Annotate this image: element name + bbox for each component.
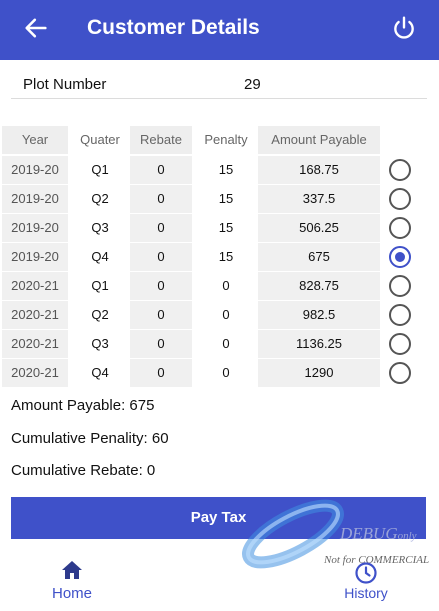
header-amount: Amount Payable [258, 126, 380, 154]
cell-penalty: 15 [218, 249, 234, 264]
cell-amount: 828.75 [258, 272, 380, 300]
clock-icon [355, 562, 377, 584]
cell-quarter: Q1 [91, 162, 109, 177]
cell-rebate: 0 [130, 243, 192, 271]
cell-quarter: Q1 [91, 278, 109, 293]
cell-penalty: 15 [218, 191, 234, 206]
cell-year: 2020-21 [2, 301, 68, 329]
cell-rebate: 0 [130, 156, 192, 184]
table-row[interactable]: 2020-21 Q2 0 0 982.5 [0, 301, 439, 329]
cell-amount: 337.5 [258, 185, 380, 213]
row-radio[interactable] [389, 362, 411, 384]
cell-year: 2019-20 [2, 243, 68, 271]
cell-amount: 1290 [258, 359, 380, 387]
page-title: Customer Details [87, 16, 260, 39]
cell-amount: 1136.25 [258, 330, 380, 358]
cell-amount: 675 [258, 243, 380, 271]
cell-year: 2019-20 [2, 185, 68, 213]
cumulative-penalty-text: Cumulative Penality: 60 [11, 430, 169, 447]
cell-year: 2020-21 [2, 359, 68, 387]
plot-number-label: Plot Number [23, 76, 107, 93]
nav-history[interactable]: History [326, 555, 406, 611]
cell-penalty: 0 [222, 365, 230, 380]
cell-penalty: 0 [222, 278, 230, 293]
table-row[interactable]: 2019-20 Q1 0 15 168.75 [0, 156, 439, 184]
home-icon [62, 561, 82, 579]
cell-year: 2020-21 [2, 272, 68, 300]
watermark-text: DEBUGonly [340, 524, 417, 543]
cell-amount: 982.5 [258, 301, 380, 329]
header-quarter: Quater [80, 132, 120, 147]
app-bar: Customer Details [0, 0, 439, 60]
cell-rebate: 0 [130, 185, 192, 213]
table-header: Year Quater Rebate Penalty Amount Payabl… [0, 126, 439, 154]
cell-quarter: Q4 [91, 365, 109, 380]
cell-penalty: 0 [222, 336, 230, 351]
table-row[interactable]: 2019-20 Q3 0 15 506.25 [0, 214, 439, 242]
table-row[interactable]: 2020-21 Q1 0 0 828.75 [0, 272, 439, 300]
cell-amount: 506.25 [258, 214, 380, 242]
cell-rebate: 0 [130, 330, 192, 358]
row-radio[interactable] [389, 333, 411, 355]
row-radio[interactable] [389, 188, 411, 210]
cell-year: 2019-20 [2, 214, 68, 242]
table-row[interactable]: 2020-21 Q4 0 0 1290 [0, 359, 439, 387]
arrow-left-icon[interactable] [22, 14, 50, 42]
table-row[interactable]: 2019-20 Q4 0 15 675 [0, 243, 439, 271]
row-radio[interactable] [389, 275, 411, 297]
cell-quarter: Q2 [91, 307, 109, 322]
row-radio[interactable] [389, 159, 411, 181]
cell-quarter: Q3 [91, 336, 109, 351]
row-radio[interactable] [389, 246, 411, 268]
cell-rebate: 0 [130, 359, 192, 387]
cell-year: 2019-20 [2, 156, 68, 184]
header-penalty: Penalty [204, 132, 248, 147]
cell-rebate: 0 [130, 272, 192, 300]
cell-quarter: Q3 [91, 220, 109, 235]
cell-penalty: 0 [222, 307, 230, 322]
cell-penalty: 15 [218, 220, 234, 235]
cell-quarter: Q4 [91, 249, 109, 264]
amount-payable-text: Amount Payable: 675 [11, 397, 155, 414]
header-year: Year [2, 126, 68, 154]
cell-rebate: 0 [130, 214, 192, 242]
cell-penalty: 15 [218, 162, 234, 177]
nav-home-label: Home [51, 585, 92, 602]
plot-number-card: Plot Number 29 [11, 68, 427, 99]
power-icon[interactable] [391, 15, 417, 41]
cumulative-rebate-text: Cumulative Rebate: 0 [11, 462, 156, 479]
nav-history-label: History [344, 585, 388, 601]
row-radio[interactable] [389, 217, 411, 239]
cell-year: 2020-21 [2, 330, 68, 358]
table-row[interactable]: 2020-21 Q3 0 0 1136.25 [0, 330, 439, 358]
header-rebate: Rebate [130, 126, 192, 154]
cell-quarter: Q2 [91, 191, 109, 206]
plot-number-value: 29 [244, 76, 261, 93]
nav-home[interactable]: Home [30, 555, 114, 611]
cell-rebate: 0 [130, 301, 192, 329]
cell-amount: 168.75 [258, 156, 380, 184]
row-radio[interactable] [389, 304, 411, 326]
table-row[interactable]: 2019-20 Q2 0 15 337.5 [0, 185, 439, 213]
